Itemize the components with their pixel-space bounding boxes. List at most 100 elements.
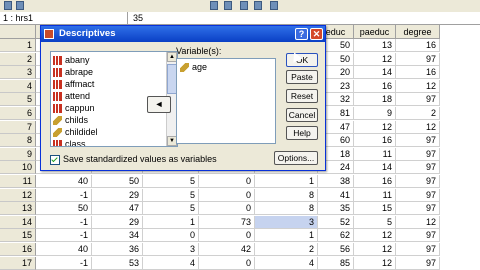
- row-header[interactable]: 16: [0, 243, 36, 256]
- toolbar-open-icon[interactable]: [4, 1, 12, 10]
- column-header[interactable]: degree: [396, 25, 440, 39]
- table-cell[interactable]: 40: [36, 243, 92, 256]
- table-cell[interactable]: -1: [36, 256, 92, 270]
- table-cell[interactable]: 4: [143, 256, 199, 270]
- table-cell[interactable]: 34: [92, 229, 143, 243]
- table-cell[interactable]: 9: [354, 107, 396, 120]
- table-cell[interactable]: 29: [92, 188, 143, 202]
- help-button[interactable]: Help: [286, 126, 318, 140]
- move-variable-button[interactable]: ◄: [147, 96, 171, 113]
- options-button[interactable]: Options...: [274, 151, 318, 165]
- row-header[interactable]: 3: [0, 66, 36, 80]
- table-cell[interactable]: 56: [318, 243, 354, 256]
- table-cell[interactable]: 16: [354, 79, 396, 93]
- table-cell[interactable]: 14: [354, 161, 396, 175]
- table-cell[interactable]: 3: [255, 215, 318, 229]
- source-variable-item[interactable]: abany: [53, 54, 90, 66]
- table-cell[interactable]: 0: [199, 175, 255, 188]
- table-cell[interactable]: 1: [143, 215, 199, 229]
- table-cell[interactable]: 11: [354, 188, 396, 202]
- table-cell[interactable]: 29: [92, 215, 143, 229]
- table-cell[interactable]: 16: [396, 66, 440, 80]
- paste-button[interactable]: Paste: [286, 70, 318, 84]
- table-cell[interactable]: 97: [396, 256, 440, 270]
- table-cell[interactable]: 15: [354, 202, 396, 216]
- table-cell[interactable]: 50: [36, 202, 92, 216]
- table-cell[interactable]: 14: [354, 66, 396, 80]
- row-header[interactable]: 6: [0, 107, 36, 120]
- toolbar-select-icon[interactable]: [270, 1, 278, 10]
- table-cell[interactable]: 97: [396, 243, 440, 256]
- table-cell[interactable]: 12: [396, 79, 440, 93]
- table-cell[interactable]: 8: [255, 202, 318, 216]
- row-header[interactable]: 1: [0, 39, 36, 52]
- table-cell[interactable]: 3: [143, 243, 199, 256]
- row-header[interactable]: 2: [0, 52, 36, 66]
- table-cell[interactable]: 11: [354, 147, 396, 161]
- table-cell[interactable]: 0: [143, 229, 199, 243]
- table-cell[interactable]: 18: [354, 93, 396, 107]
- column-header[interactable]: paeduc: [354, 25, 396, 39]
- source-variable-item[interactable]: cappun: [53, 102, 95, 114]
- source-variable-item[interactable]: affmact: [53, 78, 94, 90]
- table-cell[interactable]: 97: [396, 229, 440, 243]
- source-variable-item[interactable]: childidel: [53, 126, 98, 138]
- table-cell[interactable]: 16: [396, 39, 440, 52]
- table-cell[interactable]: 5: [143, 175, 199, 188]
- table-cell[interactable]: 5: [354, 215, 396, 229]
- table-cell[interactable]: 1: [255, 229, 318, 243]
- selected-variable-list[interactable]: age: [176, 58, 276, 144]
- table-cell[interactable]: 5: [143, 202, 199, 216]
- table-cell[interactable]: 36: [92, 243, 143, 256]
- save-standardized-checkbox-row[interactable]: Save standardized values as variables: [50, 154, 217, 165]
- table-cell[interactable]: 97: [396, 93, 440, 107]
- row-header[interactable]: 13: [0, 202, 36, 216]
- table-cell[interactable]: 0: [199, 256, 255, 270]
- row-header[interactable]: 15: [0, 229, 36, 243]
- table-cell[interactable]: -1: [36, 229, 92, 243]
- table-cell[interactable]: 62: [318, 229, 354, 243]
- table-cell[interactable]: 16: [354, 134, 396, 148]
- table-cell[interactable]: 0: [199, 188, 255, 202]
- dialog-titlebar[interactable]: Descriptives ? ✕: [41, 26, 325, 42]
- table-cell[interactable]: 8: [255, 188, 318, 202]
- table-cell[interactable]: 97: [396, 175, 440, 188]
- table-cell[interactable]: 12: [354, 256, 396, 270]
- table-cell[interactable]: 47: [92, 202, 143, 216]
- table-cell[interactable]: 16: [354, 175, 396, 188]
- table-cell[interactable]: 12: [354, 52, 396, 66]
- selected-variable-item[interactable]: age: [180, 61, 207, 73]
- toolbar-weight-icon[interactable]: [254, 1, 262, 10]
- table-cell[interactable]: 41: [318, 188, 354, 202]
- table-cell[interactable]: 53: [92, 256, 143, 270]
- table-cell[interactable]: 97: [396, 134, 440, 148]
- row-header[interactable]: 14: [0, 215, 36, 229]
- table-cell[interactable]: 13: [354, 39, 396, 52]
- table-cell[interactable]: 0: [199, 202, 255, 216]
- table-cell[interactable]: 97: [396, 161, 440, 175]
- toolbar-chart-icon[interactable]: [210, 1, 218, 10]
- table-cell[interactable]: 2: [255, 243, 318, 256]
- row-header[interactable]: 12: [0, 188, 36, 202]
- reset-button[interactable]: Reset: [286, 89, 318, 103]
- close-icon[interactable]: ✕: [310, 28, 323, 40]
- table-cell[interactable]: 12: [396, 215, 440, 229]
- row-header[interactable]: 10: [0, 161, 36, 175]
- table-cell[interactable]: 12: [396, 120, 440, 134]
- toolbar-table-icon[interactable]: [224, 1, 232, 10]
- table-cell[interactable]: 4: [255, 256, 318, 270]
- row-header[interactable]: 11: [0, 175, 36, 188]
- titlebar-help-button[interactable]: ?: [295, 28, 308, 40]
- table-cell[interactable]: 73: [199, 215, 255, 229]
- table-cell[interactable]: 40: [36, 175, 92, 188]
- grid-corner[interactable]: [0, 25, 36, 39]
- row-header[interactable]: 8: [0, 134, 36, 148]
- source-variable-item[interactable]: attend: [53, 90, 90, 102]
- table-cell[interactable]: 85: [318, 256, 354, 270]
- row-header[interactable]: 17: [0, 256, 36, 270]
- table-cell[interactable]: -1: [36, 215, 92, 229]
- table-cell[interactable]: 38: [318, 175, 354, 188]
- cell-value[interactable]: 35: [133, 12, 143, 24]
- table-cell[interactable]: 2: [396, 107, 440, 120]
- row-header[interactable]: 5: [0, 93, 36, 107]
